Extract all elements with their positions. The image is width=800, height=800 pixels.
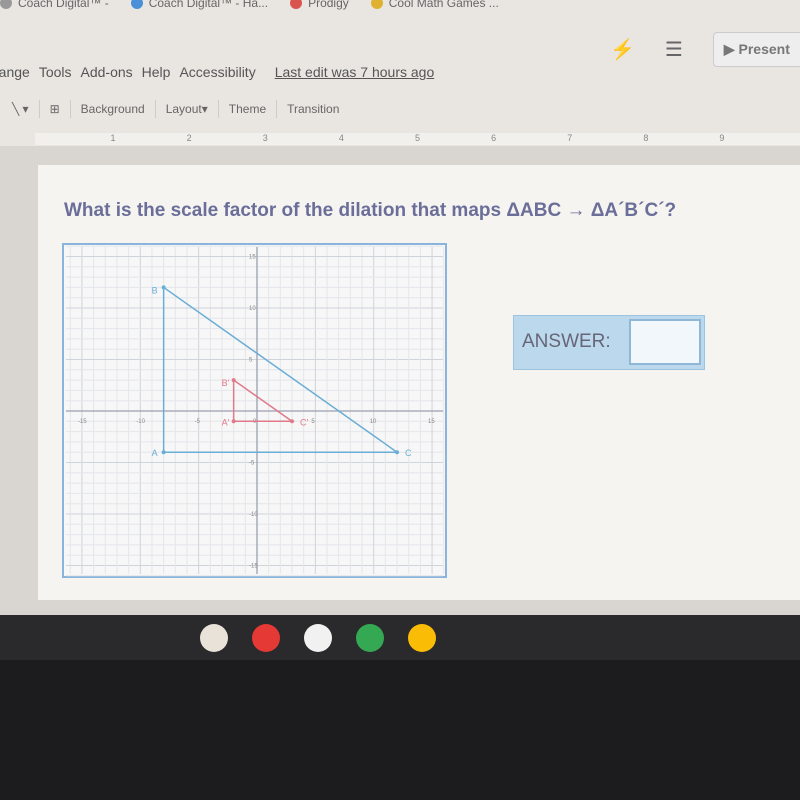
bookmark[interactable]: Prodigy: [290, 0, 349, 10]
bookmark-icon: [290, 0, 303, 9]
present-button[interactable]: ▶ Present: [712, 32, 800, 67]
bookmark[interactable]: Coach Digital™ -: [0, 0, 109, 10]
x-tick-label: 10: [370, 419, 377, 425]
x-tick-label: -15: [78, 419, 87, 425]
x-tick-label: -5: [195, 419, 201, 425]
y-tick-label: 10: [249, 306, 256, 312]
menu-addons[interactable]: Add-ons: [81, 64, 133, 80]
taskbar-shelf: [0, 615, 800, 660]
menu-bar: Arrange Tools Add-ons Help Accessibility…: [0, 64, 434, 80]
answer-label: ANSWER:: [522, 331, 611, 352]
menu-arrange[interactable]: Arrange: [0, 64, 30, 80]
canvas-app-icon[interactable]: [200, 623, 228, 652]
add-comment-icon[interactable]: ⊞: [50, 102, 60, 116]
vertex-label: C: [405, 448, 412, 458]
header-actions: ⚡ ☰ ▶ Present: [610, 32, 800, 67]
background-button[interactable]: Background: [81, 102, 145, 116]
vertex-point: [161, 285, 166, 290]
ruler-tick: 9: [719, 133, 725, 143]
answer-box: ANSWER:: [513, 315, 705, 370]
bookmark-icon: [130, 0, 143, 9]
bookmark-label: Prodigy: [308, 0, 349, 10]
menu-accessibility[interactable]: Accessibility: [179, 64, 255, 80]
theme-button[interactable]: Theme: [229, 102, 266, 116]
gmail-app-icon[interactable]: [304, 623, 332, 652]
y-tick-label: 15: [249, 255, 256, 261]
ruler-tick: 5: [414, 133, 420, 143]
vertex-point: [231, 419, 236, 424]
vertex-point: [161, 450, 166, 455]
transition-button[interactable]: Transition: [287, 102, 339, 116]
line-tool-icon[interactable]: ╲ ▾: [12, 102, 29, 116]
vertex-label: B: [152, 285, 158, 295]
y-tick-label: -10: [249, 512, 258, 518]
ruler-tick: 1: [110, 133, 116, 143]
ruler-tick: 3: [262, 133, 268, 143]
vertex-point: [395, 450, 400, 455]
present-label: Present: [738, 41, 790, 57]
comments-icon[interactable]: ☰: [665, 37, 683, 62]
bookmark-label: Coach Digital™ - Ha...: [148, 0, 269, 10]
menu-tools[interactable]: Tools: [39, 64, 72, 80]
activity-icon[interactable]: ⚡: [610, 37, 635, 62]
vertex-label: A': [222, 417, 230, 427]
coordinate-graph: -15 -10 -5 0 5 10 1515105-5-10-15ABCA'B'C': [62, 243, 447, 578]
vertex-label: B': [222, 378, 230, 388]
ruler-tick: 4: [338, 133, 344, 143]
layout-label: Layout: [165, 102, 202, 116]
x-tick-label: 15: [428, 419, 435, 425]
vertex-label: A: [152, 448, 158, 458]
bookmark-label: Cool Math Games ...: [388, 0, 499, 10]
y-tick-label: -5: [249, 461, 255, 467]
y-tick-label: -15: [249, 564, 258, 570]
bookmark-icon: [0, 0, 12, 9]
ruler-tick: 8: [643, 133, 649, 143]
youtube-app-icon[interactable]: [252, 623, 280, 652]
ruler-tick: 7: [567, 133, 573, 143]
toolbar: ╲ ▾ ⊞ Background Layout▾ Theme Transitio…: [0, 100, 339, 118]
question-text: What is the scale factor of the dilation…: [64, 200, 677, 221]
ruler-tick: 6: [491, 133, 497, 143]
vertex-point: [290, 419, 295, 424]
bookmark-label: Coach Digital™ -: [18, 0, 109, 10]
ruler: 1 2 3 4 5 6 7 8 9: [35, 133, 800, 145]
vertex-label: C': [300, 417, 308, 427]
chrome-app-icon[interactable]: [408, 623, 436, 652]
bookmarks-bar: Coach Digital™ - Coach Digital™ - Ha... Pr…: [0, 0, 800, 10]
bookmark[interactable]: Coach Digital™ - Ha...: [130, 0, 269, 10]
answer-input[interactable]: [629, 319, 701, 365]
bookmark-icon: [370, 0, 383, 9]
layout-button[interactable]: Layout▾: [166, 102, 208, 116]
vertex-point: [231, 378, 236, 383]
bookmark[interactable]: Cool Math Games ...: [370, 0, 499, 10]
screen: Coach Digital™ - Coach Digital™ - Ha... Pr…: [0, 0, 800, 616]
last-edit-link[interactable]: Last edit was 7 hours ago: [275, 64, 435, 80]
ruler-tick: 2: [186, 133, 192, 143]
menu-help[interactable]: Help: [142, 64, 171, 80]
x-tick-label: -10: [136, 419, 145, 425]
drive-app-icon[interactable]: [356, 623, 384, 652]
